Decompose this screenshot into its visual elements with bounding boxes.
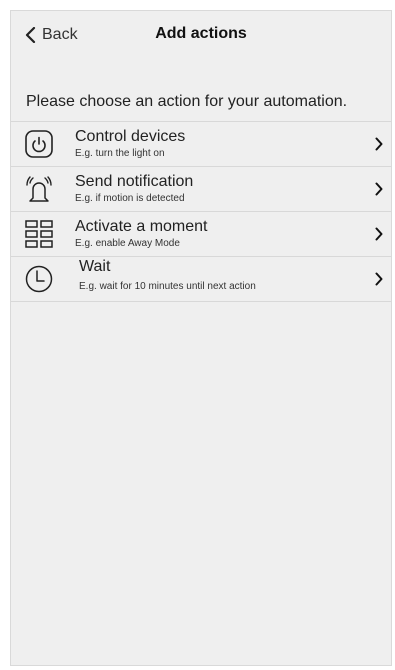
action-subtitle: E.g. wait for 10 minutes until next acti… (79, 281, 256, 292)
back-button[interactable]: Back (25, 25, 78, 45)
chevron-right-icon (375, 272, 383, 286)
clock-icon (24, 264, 54, 294)
chevron-left-icon (25, 27, 36, 43)
action-item-wait[interactable]: Wait E.g. wait for 10 minutes until next… (11, 257, 391, 302)
back-label: Back (42, 26, 78, 43)
bell-ringing-icon (24, 174, 54, 204)
grid-moment-icon (24, 219, 54, 249)
action-title: Wait (79, 258, 111, 275)
chevron-right-icon (375, 137, 383, 151)
header: Back Add actions (11, 11, 391, 57)
action-subtitle: E.g. if motion is detected (75, 193, 185, 204)
action-title: Send notification (75, 173, 194, 190)
action-list: Control devices E.g. turn the light on S… (11, 121, 391, 302)
instruction-text: Please choose an action for your automat… (26, 93, 348, 110)
action-title: Control devices (75, 128, 186, 145)
action-title: Activate a moment (75, 218, 208, 235)
action-subtitle: E.g. turn the light on (75, 148, 165, 159)
screen: Back Add actions Please choose an action… (10, 10, 392, 666)
action-item-control-devices[interactable]: Control devices E.g. turn the light on (11, 121, 391, 167)
chevron-right-icon (375, 227, 383, 241)
action-item-send-notification[interactable]: Send notification E.g. if motion is dete… (11, 167, 391, 212)
chevron-right-icon (375, 182, 383, 196)
power-icon (24, 129, 54, 159)
action-subtitle: E.g. enable Away Mode (75, 238, 180, 249)
action-item-activate-moment[interactable]: Activate a moment E.g. enable Away Mode (11, 212, 391, 257)
